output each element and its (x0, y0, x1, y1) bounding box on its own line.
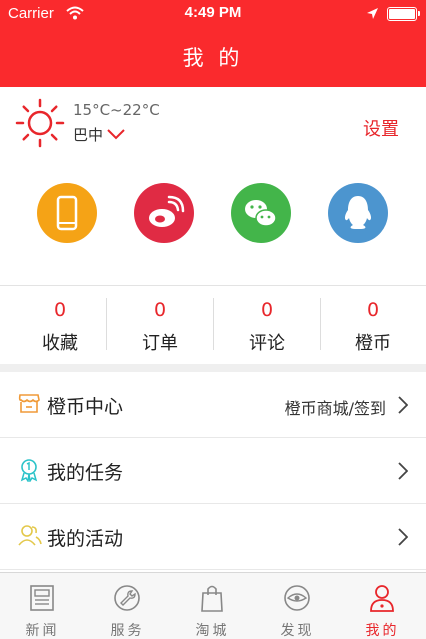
stat-count: 0 (260, 299, 274, 321)
tab-bar: 新闻 服务 淘城 发现 我的 (0, 572, 426, 639)
stat-orders[interactable]: 0 订单 (107, 286, 213, 364)
badge-icon (20, 459, 38, 482)
tab-label: 我的 (365, 623, 400, 639)
qq-login-button[interactable] (328, 183, 388, 243)
tab-discover[interactable]: 发现 (255, 573, 340, 639)
sun-icon (15, 98, 65, 148)
menu-item-detail: 橙币商城/签到 (284, 399, 386, 418)
users-icon (18, 525, 42, 546)
tab-shop[interactable]: 淘城 (170, 573, 255, 639)
discover-icon (284, 585, 310, 611)
menu-item-tasks[interactable]: 我的任务 (0, 438, 426, 504)
stat-coins[interactable]: 0 橙币 (320, 286, 426, 364)
tab-label: 服务 (110, 623, 145, 639)
stat-favorites[interactable]: 0 收藏 (7, 286, 113, 364)
stats-row: 0 收藏 0 订单 0 评论 0 橙币 (0, 286, 426, 364)
bag-icon (201, 585, 223, 612)
clock: 4:49 PM (184, 4, 242, 21)
chevron-right-icon (398, 396, 408, 414)
menu-item-label: 我的任务 (47, 462, 124, 484)
header: Carrier 4:49 PM 我 的 (0, 0, 426, 87)
battery-icon (387, 7, 420, 21)
tab-label: 新闻 (25, 623, 60, 639)
tab-label: 淘城 (195, 623, 230, 639)
tab-profile[interactable]: 我的 (340, 573, 425, 639)
profile-icon (370, 585, 394, 612)
phone-icon (56, 195, 78, 231)
section-gap (0, 364, 426, 372)
chevron-down-icon[interactable] (107, 129, 125, 140)
stat-count: 0 (366, 299, 380, 321)
menu-item-coin-center[interactable]: 橙币中心 橙币商城/签到 (0, 372, 426, 438)
chevron-right-icon (398, 528, 408, 546)
page-title: 我 的 (182, 46, 244, 70)
menu-item-activities[interactable]: 我的活动 (0, 504, 426, 570)
qq-icon (344, 196, 372, 229)
tab-services[interactable]: 服务 (85, 573, 170, 639)
stat-label: 收藏 (42, 333, 78, 354)
menu-item-label: 我的活动 (47, 528, 124, 550)
stat-count: 0 (53, 299, 67, 321)
stat-comments[interactable]: 0 评论 (214, 286, 320, 364)
weibo-icon (149, 195, 185, 227)
stat-label: 订单 (142, 333, 178, 354)
wechat-login-button[interactable] (231, 183, 291, 243)
location-arrow-icon (367, 8, 378, 19)
stat-label: 橙币 (355, 333, 391, 354)
social-login-row (0, 183, 426, 247)
temperature-range: 15°C~22°C (73, 101, 160, 119)
chevron-right-icon (398, 462, 408, 480)
weather-section: 15°C~22°C 巴中 设置 (0, 87, 426, 165)
service-icon (114, 585, 140, 611)
shop-icon (18, 394, 40, 413)
wechat-icon (245, 200, 277, 227)
news-icon (30, 585, 54, 611)
status-bar: Carrier 4:49 PM (0, 0, 426, 28)
weibo-login-button[interactable] (134, 183, 194, 243)
stat-label: 评论 (249, 333, 285, 354)
stat-count: 0 (153, 299, 167, 321)
tab-label: 发现 (280, 623, 315, 639)
menu-item-label: 橙币中心 (47, 396, 124, 418)
phone-login-button[interactable] (37, 183, 97, 243)
city-selector[interactable]: 巴中 (73, 124, 103, 145)
tab-news[interactable]: 新闻 (0, 573, 85, 639)
settings-button[interactable]: 设置 (363, 115, 399, 141)
